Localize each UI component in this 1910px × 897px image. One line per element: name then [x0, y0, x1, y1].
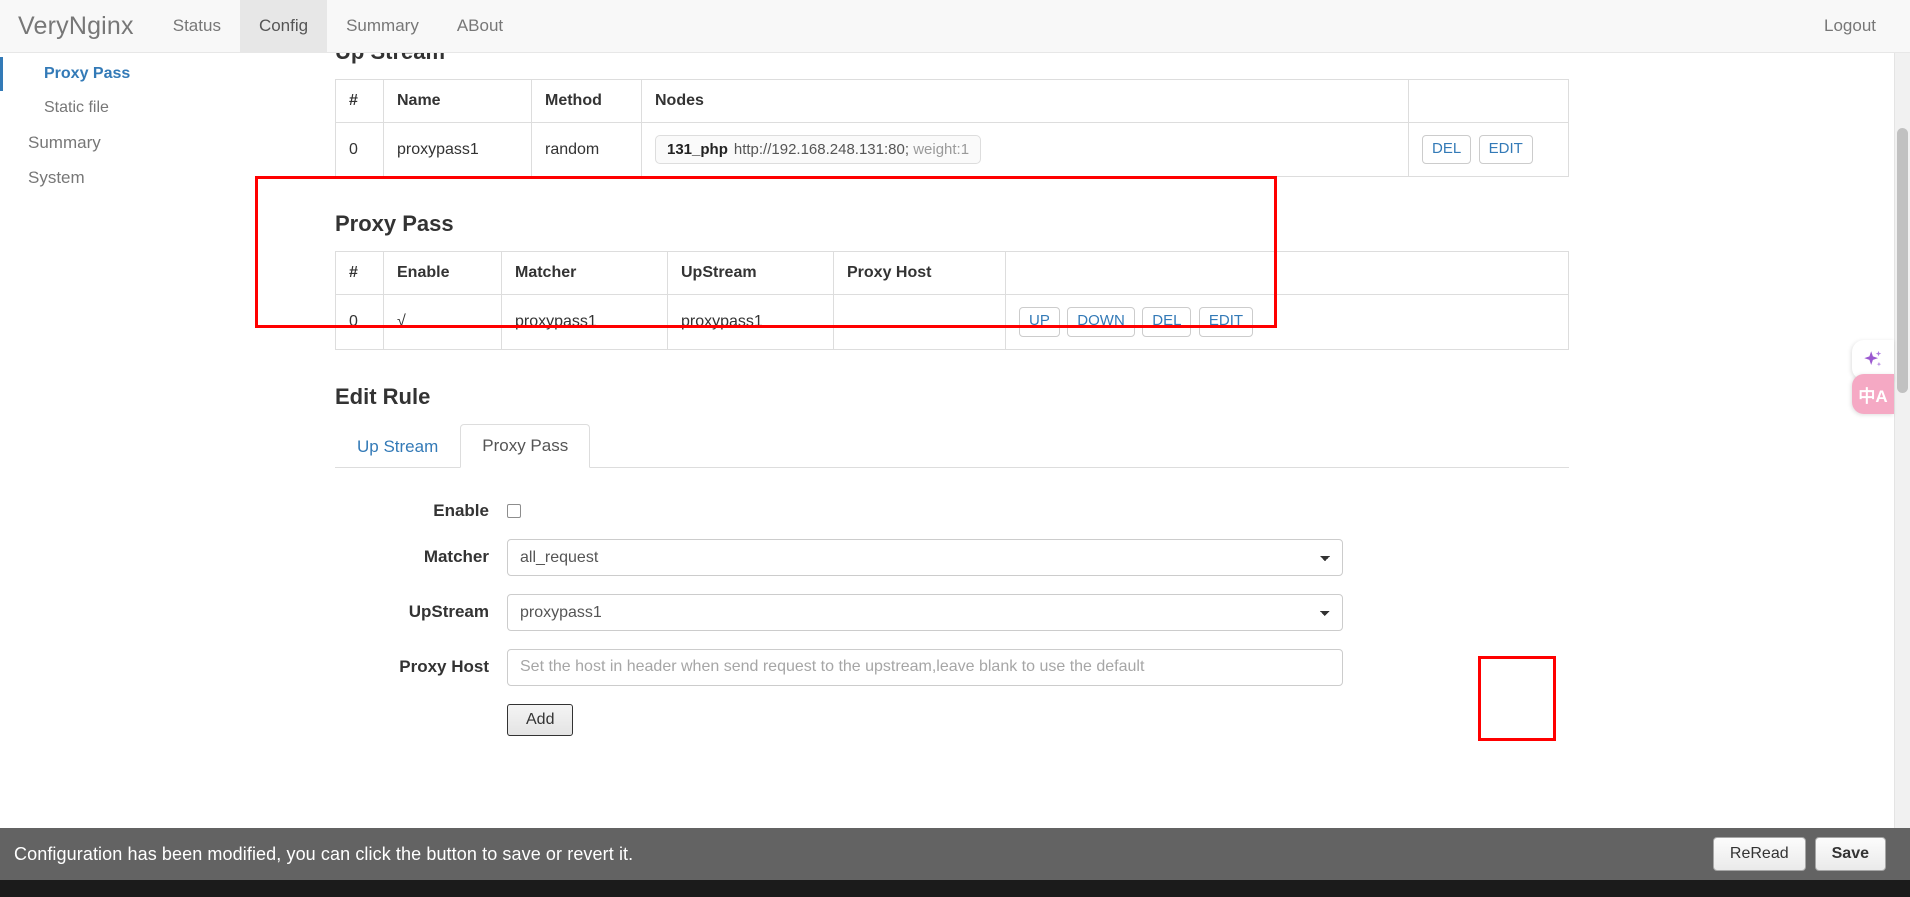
save-button[interactable]: Save	[1814, 837, 1886, 871]
upstream-col-index: #	[335, 79, 384, 123]
add-control: Add	[507, 703, 1343, 736]
upstream-select[interactable]: proxypass1	[507, 593, 1343, 631]
proxypass-table: # Enable Matcher UpStream Proxy Host 0 √…	[335, 251, 1569, 350]
sidebar-item-system[interactable]: System	[0, 160, 297, 195]
config-status-bar: Configuration has been modified, you can…	[0, 828, 1910, 880]
proxypass-col-matcher: Matcher	[501, 251, 668, 296]
enable-control	[507, 502, 1343, 520]
status-message: Configuration has been modified, you can…	[14, 843, 634, 864]
upstream-cell-index: 0	[335, 121, 384, 178]
form-row-matcher: Matcher all_request	[335, 538, 1569, 576]
form-row-enable: Enable	[335, 501, 1569, 521]
upstream-node-url: http://192.168.248.131:80;	[733, 141, 910, 159]
upstream-cell-actions: DEL EDIT	[1408, 121, 1569, 178]
table-row: 0 √ proxypass1 proxypass1 UP DOWN DEL ED…	[335, 294, 1569, 350]
nav-item-summary[interactable]: Summary	[327, 0, 438, 52]
add-button[interactable]: Add	[507, 703, 574, 736]
translate-icon[interactable]: 中A	[1852, 374, 1894, 414]
nav-item-about[interactable]: ABout	[438, 0, 522, 52]
os-taskbar	[0, 880, 1910, 897]
proxypass-col-proxy-host: Proxy Host	[833, 251, 1006, 296]
form-row-upstream: UpStream proxypass1	[335, 593, 1569, 631]
proxy-host-input[interactable]	[507, 648, 1343, 686]
upstream-cell-name: proxypass1	[383, 121, 532, 178]
status-bar-actions: ReRead Save	[1712, 837, 1910, 871]
proxypass-up-button[interactable]: UP	[1019, 307, 1060, 337]
proxypass-col-enable: Enable	[383, 251, 502, 296]
nav-item-status[interactable]: Status	[154, 0, 240, 52]
proxypass-col-actions	[1005, 251, 1569, 296]
proxypass-cell-matcher: proxypass1	[501, 294, 668, 350]
matcher-select[interactable]: all_request	[507, 538, 1343, 576]
sidebar: Proxy Pass Static file Summary System	[0, 53, 297, 897]
scrollbar-thumb[interactable]	[1897, 128, 1908, 393]
proxypass-edit-button[interactable]: EDIT	[1198, 307, 1254, 337]
proxypass-cell-actions: UP DOWN DEL EDIT	[1005, 294, 1569, 350]
proxypass-table-header-row: # Enable Matcher UpStream Proxy Host	[335, 251, 1569, 296]
sidebar-item-static-file[interactable]: Static file	[0, 91, 297, 125]
upstream-col-method: Method	[531, 79, 642, 123]
content-scroll-area: Up Stream # Name Method Nodes 0 proxypas…	[335, 53, 1569, 754]
edit-rule-form: Enable Matcher all_request UpStream prox…	[335, 501, 1569, 736]
edit-rule-section-title: Edit Rule	[335, 383, 431, 409]
form-row-proxy-host: Proxy Host	[335, 648, 1569, 686]
enable-checkbox[interactable]	[507, 503, 521, 518]
upstream-label: UpStream	[408, 602, 489, 622]
upstream-table: # Name Method Nodes 0 proxypass1 random …	[335, 79, 1569, 178]
upstream-control: proxypass1	[507, 593, 1343, 631]
upstream-cell-method: random	[531, 121, 642, 178]
proxypass-section-title: Proxy Pass	[335, 211, 454, 237]
proxypass-cell-upstream: proxypass1	[667, 294, 834, 350]
nav-item-config[interactable]: Config	[239, 0, 328, 52]
sidebar-item-proxy-pass[interactable]: Proxy Pass	[0, 57, 297, 91]
main-content: Up Stream # Name Method Nodes 0 proxypas…	[297, 53, 1910, 897]
upstream-section-title: Up Stream	[335, 53, 1569, 65]
upstream-col-name: Name	[383, 79, 532, 123]
upstream-node-name: 131_php	[667, 141, 728, 159]
vertical-scrollbar[interactable]	[1894, 53, 1910, 897]
top-navbar: VeryNginx Status Config Summary ABout Lo…	[0, 0, 1910, 53]
tab-proxy-pass[interactable]: Proxy Pass	[460, 423, 591, 468]
proxypass-down-button[interactable]: DOWN	[1067, 307, 1135, 337]
table-row: 0 proxypass1 random 131_php http://192.16…	[335, 121, 1569, 178]
logout-button[interactable]: Logout	[1814, 16, 1886, 36]
tab-up-stream[interactable]: Up Stream	[335, 425, 460, 468]
matcher-label: Matcher	[423, 547, 489, 567]
enable-label: Enable	[433, 500, 489, 520]
upstream-node-weight: weight:1	[913, 141, 970, 159]
proxypass-col-index: #	[335, 251, 384, 296]
reread-button[interactable]: ReRead	[1712, 837, 1806, 871]
upstream-edit-button[interactable]: EDIT	[1478, 135, 1533, 165]
proxy-host-label: Proxy Host	[399, 657, 489, 677]
upstream-col-nodes: Nodes	[641, 79, 1409, 123]
proxypass-col-upstream: UpStream	[667, 251, 834, 296]
proxypass-cell-enable: √	[383, 294, 502, 350]
edit-rule-tabs: Up Stream Proxy Pass	[335, 423, 1569, 468]
form-row-add: Add	[335, 703, 1569, 736]
upstream-cell-nodes: 131_php http://192.168.248.131:80; weight…	[641, 121, 1409, 178]
floating-widgets: 中A	[1852, 340, 1894, 414]
upstream-node-badge[interactable]: 131_php http://192.168.248.131:80; weight…	[655, 135, 982, 165]
upstream-table-header-row: # Name Method Nodes	[335, 79, 1569, 123]
proxypass-del-button[interactable]: DEL	[1142, 307, 1192, 337]
proxypass-cell-index: 0	[335, 294, 384, 350]
app-brand[interactable]: VeryNginx	[0, 0, 154, 52]
matcher-control: all_request	[507, 538, 1343, 576]
proxypass-cell-proxy-host	[833, 294, 1006, 350]
upstream-col-actions	[1408, 79, 1569, 123]
upstream-del-button[interactable]: DEL	[1422, 135, 1472, 165]
navbar-right: Logout	[1814, 0, 1910, 52]
proxy-host-control	[507, 648, 1343, 686]
sidebar-item-summary[interactable]: Summary	[0, 125, 297, 160]
